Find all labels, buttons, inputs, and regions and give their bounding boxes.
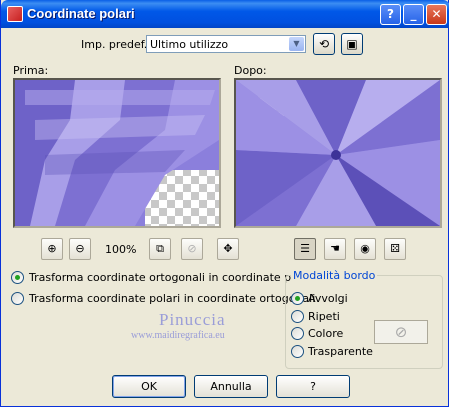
edge-color-swatch[interactable]: ⊘ — [374, 320, 428, 344]
edge-mode-title: Modalità bordo — [291, 269, 378, 282]
edge-mode-color-label[interactable]: Colore — [308, 327, 343, 340]
title-bar[interactable]: Coordinate polari ? _ ✕ — [1, 0, 449, 28]
fit-view-button[interactable]: ⧉ — [149, 238, 171, 260]
chevron-down-icon[interactable]: ▼ — [289, 37, 304, 51]
hand-icon: ☚ — [330, 242, 340, 255]
polar-to-rect-radio[interactable] — [11, 292, 24, 305]
ok-button[interactable]: OK — [112, 375, 186, 398]
polar-to-rect-label[interactable]: Trasforma coordinate polari in coordinat… — [29, 292, 315, 305]
edge-mode-color-radio[interactable] — [291, 327, 304, 340]
edge-mode-wrap-radio[interactable] — [291, 292, 304, 305]
app-icon — [7, 6, 23, 22]
floppy-disk-icon: ▣ — [346, 37, 358, 51]
disabled-circle-icon: ⊘ — [394, 323, 408, 341]
pan-button[interactable]: ✥ — [217, 238, 239, 260]
watermark-name: Pinuccia — [159, 310, 226, 329]
hand-tool-button[interactable]: ☚ — [324, 238, 346, 260]
window-title: Coordinate polari — [27, 6, 135, 21]
zoom-actual-button[interactable]: ⊘ — [181, 238, 203, 260]
fit-window-icon: ⧉ — [156, 242, 164, 255]
list-icon: ☰ — [300, 242, 310, 255]
dialog-window: Coordinate polari ? _ ✕ Imp. predef.: Ul… — [0, 0, 449, 407]
preset-dropdown[interactable]: Ultimo utilizzo ▼ — [146, 35, 306, 53]
preview-eye-button[interactable]: ◉ — [354, 238, 376, 260]
after-preview[interactable] — [234, 78, 442, 228]
move-arrows-icon: ✥ — [223, 242, 233, 255]
magnifier-plus-icon: ⊕ — [47, 242, 57, 255]
reset-arrows-icon: ⟲ — [318, 37, 330, 51]
after-preview-image — [236, 80, 440, 226]
zoom-out-button[interactable]: ⊖ — [69, 238, 91, 260]
edge-mode-wrap-label[interactable]: Avvolgi — [308, 292, 348, 305]
help-title-button[interactable]: ? — [380, 4, 401, 25]
edge-mode-transparent-radio[interactable] — [291, 345, 304, 358]
rect-to-polar-label[interactable]: Trasforma coordinate ortogonali in coord… — [29, 271, 315, 284]
after-label: Dopo: — [234, 64, 267, 77]
watermark-url: www.maidiregrafica.eu — [131, 330, 225, 341]
before-preview-image — [15, 80, 219, 226]
preset-label: Imp. predef.: — [81, 38, 151, 51]
eye-icon: ◉ — [360, 242, 370, 255]
cancel-button[interactable]: Annulla — [194, 375, 268, 398]
reset-preset-button[interactable]: ⟲ — [313, 33, 335, 55]
zoom-level: 100% — [105, 243, 137, 256]
save-preset-button[interactable]: ▣ — [341, 33, 363, 55]
rect-to-polar-radio[interactable] — [11, 271, 24, 284]
magnifier-minus-icon: ⊖ — [75, 242, 85, 255]
preset-value: Ultimo utilizzo — [150, 38, 229, 51]
help-button[interactable]: ? — [276, 375, 350, 398]
before-label: Prima: — [13, 64, 49, 77]
magnifier-disabled-icon: ⊘ — [187, 242, 197, 255]
proof-toggle-button[interactable]: ☰ — [294, 238, 316, 260]
edge-mode-transparent-label[interactable]: Trasparente — [308, 345, 373, 358]
close-button[interactable]: ✕ — [426, 4, 447, 25]
edge-mode-repeat-label[interactable]: Ripeti — [308, 310, 340, 323]
edge-mode-repeat-radio[interactable] — [291, 310, 304, 323]
randomize-button[interactable]: ⚄ — [384, 238, 406, 260]
dice-icon: ⚄ — [390, 242, 400, 255]
minimize-button[interactable]: _ — [403, 4, 424, 25]
before-preview[interactable] — [13, 78, 221, 228]
zoom-in-button[interactable]: ⊕ — [41, 238, 63, 260]
